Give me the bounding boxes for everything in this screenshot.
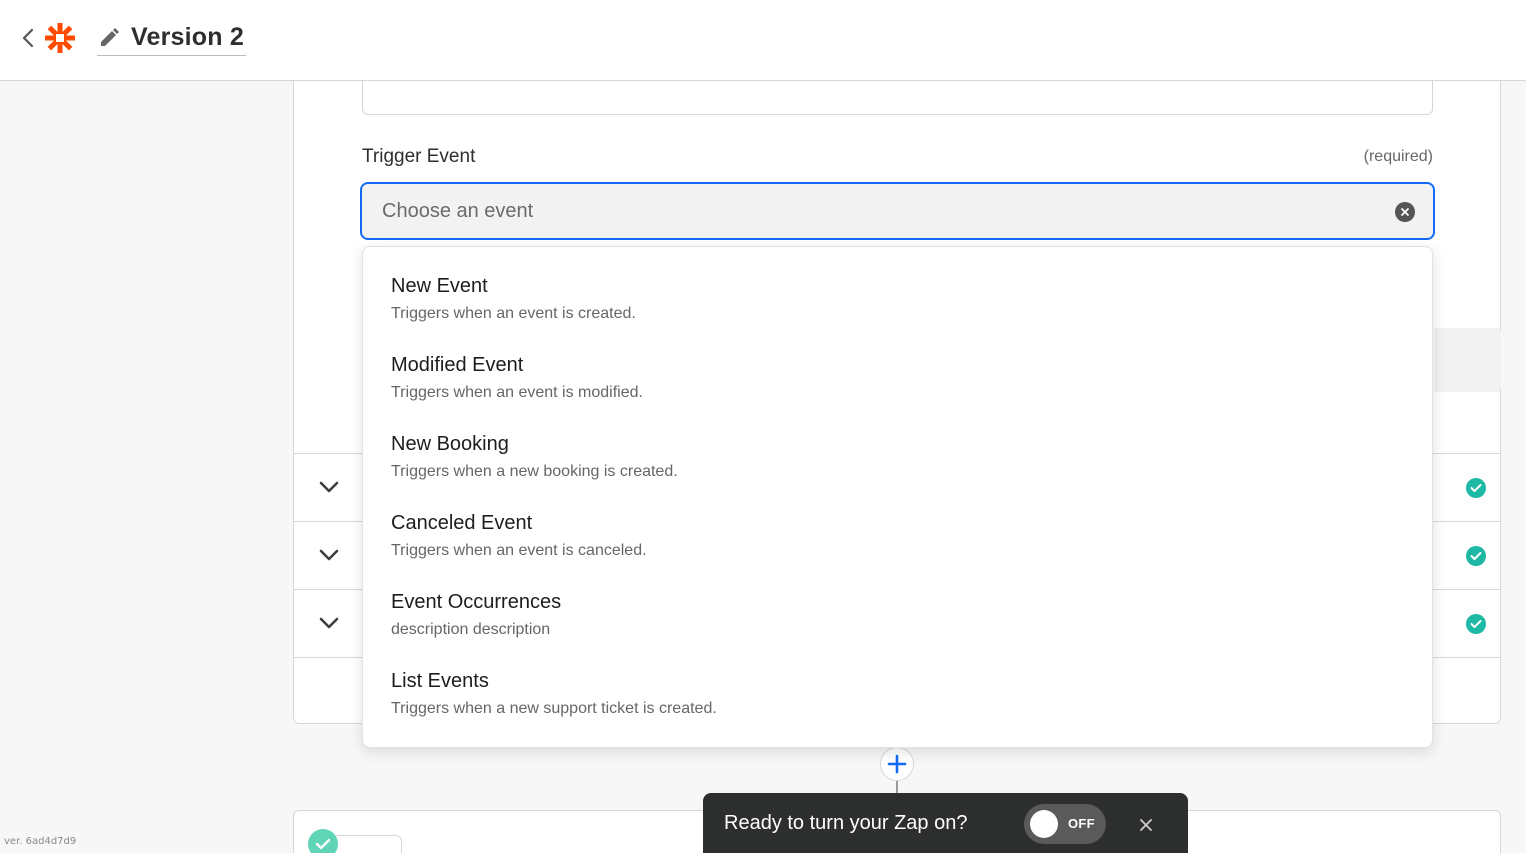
option-description: Triggers when a new booking is created. bbox=[391, 463, 678, 480]
trigger-event-search-input[interactable] bbox=[382, 196, 1362, 226]
zap-on-off-toggle[interactable]: OFF bbox=[1024, 804, 1106, 844]
trigger-event-select[interactable] bbox=[360, 182, 1435, 240]
event-option-new-event[interactable]: New Event Triggers when an event is crea… bbox=[363, 271, 1432, 350]
event-option-modified-event[interactable]: Modified Event Triggers when an event is… bbox=[363, 350, 1432, 429]
zap-title: Version 2 bbox=[131, 23, 244, 51]
zap-title-editor[interactable]: Version 2 bbox=[97, 20, 246, 56]
option-description: Triggers when an event is modified. bbox=[391, 384, 643, 401]
toggle-state-label: OFF bbox=[1068, 816, 1095, 831]
check-circle-icon bbox=[1466, 614, 1486, 634]
check-circle-icon bbox=[1466, 546, 1486, 566]
chevron-down-icon[interactable] bbox=[318, 544, 340, 566]
event-option-new-booking[interactable]: New Booking Triggers when a new booking … bbox=[363, 429, 1432, 508]
required-indicator: (required) bbox=[1363, 148, 1433, 165]
plus-icon bbox=[887, 754, 907, 774]
check-circle-icon bbox=[308, 829, 338, 853]
option-description: Triggers when a new support ticket is cr… bbox=[391, 700, 717, 717]
toast-message: Ready to turn your Zap on? bbox=[724, 812, 968, 834]
trigger-event-label: Trigger Event bbox=[362, 146, 476, 167]
chevron-down-icon[interactable] bbox=[318, 612, 340, 634]
action-app-icon-frame bbox=[332, 835, 402, 853]
obscured-button bbox=[1434, 328, 1501, 392]
event-option-event-occurrences[interactable]: Event Occurrences description descriptio… bbox=[363, 587, 1432, 666]
option-description: description description bbox=[391, 621, 551, 638]
chevron-down-icon[interactable] bbox=[318, 476, 340, 498]
toast-close-button[interactable] bbox=[1138, 817, 1154, 833]
toggle-knob bbox=[1030, 810, 1058, 838]
option-title: New Booking bbox=[391, 433, 509, 455]
option-title: List Events bbox=[391, 670, 489, 692]
close-icon bbox=[1140, 819, 1152, 831]
clear-selection-button[interactable] bbox=[1395, 202, 1415, 222]
zapier-logo[interactable] bbox=[43, 21, 77, 55]
check-circle-icon bbox=[1466, 478, 1486, 498]
event-option-list-events[interactable]: List Events Triggers when a new support … bbox=[363, 666, 1432, 745]
option-title: Canceled Event bbox=[391, 512, 533, 534]
option-description: Triggers when an event is created. bbox=[391, 305, 636, 322]
top-bar: Version 2 bbox=[0, 0, 1526, 81]
option-title: Event Occurrences bbox=[391, 591, 562, 613]
option-title: New Event bbox=[391, 275, 488, 297]
version-label: ver. 6ad4d7d9 bbox=[4, 836, 77, 847]
turn-on-zap-toast: Ready to turn your Zap on? OFF bbox=[703, 793, 1188, 853]
chevron-left-icon bbox=[22, 28, 34, 48]
trigger-event-dropdown: New Event Triggers when an event is crea… bbox=[362, 246, 1433, 748]
close-icon bbox=[1401, 208, 1409, 216]
option-description: Triggers when an event is canceled. bbox=[391, 542, 647, 559]
zapier-asterisk-icon bbox=[45, 23, 75, 53]
pencil-icon bbox=[97, 26, 121, 50]
add-step-button[interactable] bbox=[880, 747, 914, 781]
option-title: Modified Event bbox=[391, 354, 524, 376]
back-button[interactable] bbox=[17, 25, 39, 51]
event-option-canceled-event[interactable]: Canceled Event Triggers when an event is… bbox=[363, 508, 1432, 587]
